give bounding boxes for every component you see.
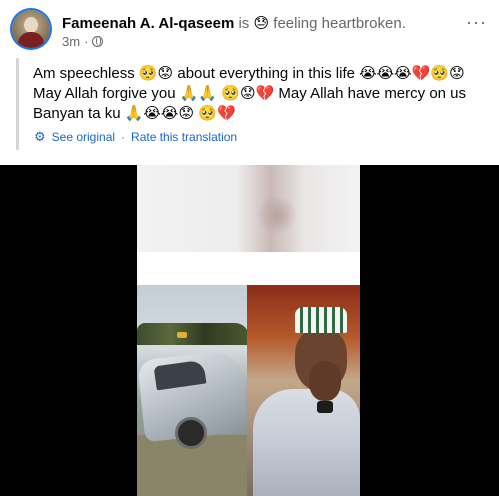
car-wheel: [175, 417, 207, 449]
globe-icon[interactable]: [92, 36, 104, 47]
blurred-top-image: [137, 165, 360, 252]
meta-separator: ·: [84, 34, 89, 49]
post-time[interactable]: 3m: [62, 34, 80, 49]
author-avatar[interactable]: [12, 10, 50, 48]
tree-line: [137, 323, 249, 345]
roadside-sign: [177, 332, 187, 338]
hand: [309, 361, 341, 401]
see-original-link[interactable]: See original: [52, 130, 115, 144]
cap: [295, 307, 347, 333]
author-line: Fameenah A. Al-qaseem is 😓 feeling heart…: [62, 14, 406, 32]
feeling-emoji: 😓: [253, 15, 270, 32]
post-media[interactable]: [0, 165, 499, 496]
is-word: is: [238, 15, 250, 32]
gear-icon[interactable]: ⚙: [34, 130, 46, 143]
post-card: Fameenah A. Al-qaseem is 😓 feeling heart…: [0, 0, 499, 496]
author-name[interactable]: Fameenah A. Al-qaseem: [62, 15, 234, 32]
robe: [253, 389, 360, 496]
man-portrait-photo: [247, 285, 360, 496]
translation-separator: ·: [121, 130, 126, 144]
avatar-face: [24, 17, 38, 33]
blur-smudge: [257, 195, 297, 235]
media-frame[interactable]: [137, 165, 360, 496]
post-header: Fameenah A. Al-qaseem is 😓 feeling heart…: [12, 10, 487, 52]
feeling-text: feeling heartbroken.: [273, 15, 406, 32]
translation-bar: ⚙ See original · Rate this translation: [34, 130, 237, 144]
wristwatch: [317, 401, 333, 413]
rate-translation-link[interactable]: Rate this translation: [131, 130, 237, 144]
post-meta: 3m ·: [62, 34, 104, 49]
car-crash-photo: [137, 285, 249, 496]
more-options-icon[interactable]: ···: [466, 13, 487, 31]
post-text: Am speechless 🥺😟 about everything in thi…: [33, 65, 467, 122]
avatar-body: [18, 32, 44, 48]
